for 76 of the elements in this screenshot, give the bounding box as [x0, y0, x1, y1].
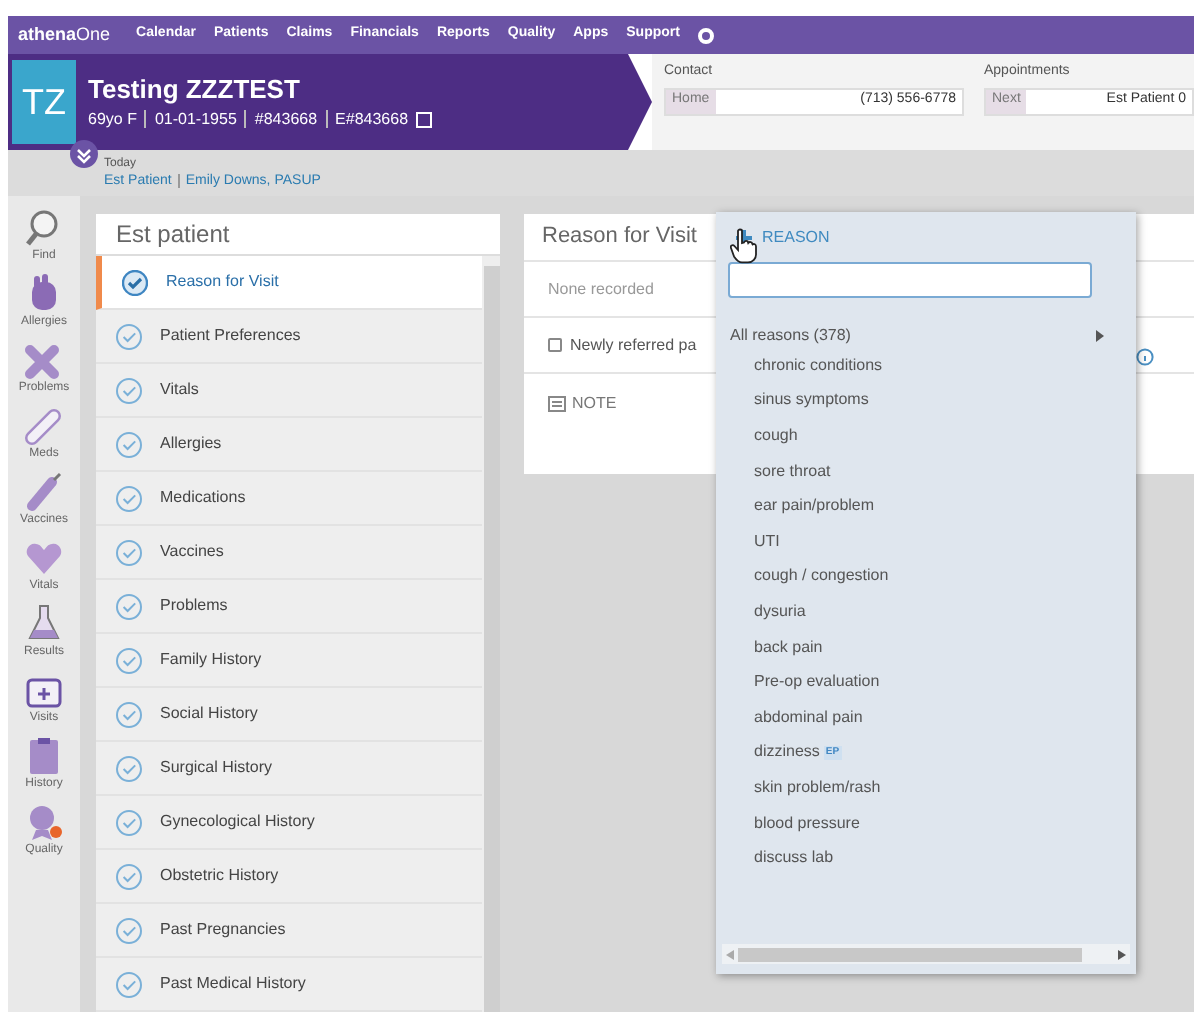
checkbox[interactable]	[548, 338, 562, 352]
checklist-item[interactable]: Family History	[96, 634, 482, 688]
reason-option[interactable]: ear pain/problem	[754, 494, 875, 519]
checklist-item[interactable]: Vitals	[96, 364, 482, 418]
card-icon[interactable]	[416, 111, 433, 127]
reason-option[interactable]: sore throat	[754, 459, 831, 484]
check-circle-icon	[116, 701, 142, 727]
checklist-title: Est patient	[116, 218, 230, 252]
scroll-left-icon[interactable]	[726, 949, 734, 959]
section-title: Reason for Visit	[542, 222, 697, 253]
checklist-item[interactable]: Problems	[96, 580, 482, 634]
checklist-item[interactable]: Obstetric History	[96, 850, 482, 904]
check-circle-icon	[116, 647, 142, 673]
clipboard-icon	[24, 736, 64, 776]
reason-option[interactable]: cough / congestion	[754, 564, 889, 589]
checklist-item[interactable]: Medications	[96, 472, 482, 526]
scrollbar[interactable]	[484, 266, 500, 1012]
badge-icon	[24, 802, 64, 842]
check-circle-icon	[116, 377, 142, 403]
check-circle-icon	[116, 917, 142, 943]
reason-option[interactable]: dizziness	[754, 740, 820, 765]
chevron-down-icon[interactable]	[70, 140, 98, 168]
syringe-icon	[24, 472, 64, 512]
checklist-item[interactable]: Gynecological History	[96, 796, 482, 850]
reason-option[interactable]: chronic conditions	[754, 353, 883, 378]
checklist-item[interactable]: Past Pregnancies	[96, 904, 482, 958]
reason-option[interactable]: cough	[754, 423, 798, 448]
info-icon[interactable]	[1136, 348, 1154, 366]
check-circle-icon	[116, 485, 142, 511]
settings-icon[interactable]	[697, 27, 714, 43]
reason-option[interactable]: skin problem/rash	[754, 775, 881, 800]
plus-icon	[736, 230, 752, 246]
checklist-item[interactable]: Social History	[96, 688, 482, 742]
check-circle-icon	[116, 809, 142, 835]
checkbox-label: Newly referred pa	[570, 333, 697, 357]
check-circle-icon	[116, 971, 142, 997]
horizontal-scrollbar[interactable]	[722, 944, 1130, 964]
note-icon	[548, 396, 566, 412]
reason-option[interactable]: sinus symptoms	[754, 388, 869, 413]
reason-option[interactable]: discuss lab	[754, 846, 834, 871]
status-text: None recorded	[548, 277, 654, 301]
reason-option[interactable]: back pain	[754, 635, 823, 660]
scroll-thumb[interactable]	[738, 947, 1082, 961]
reason-option[interactable]: blood pressure	[754, 811, 860, 836]
bandage-icon	[24, 340, 64, 380]
patient-detail: E#843668	[335, 107, 409, 131]
checklist-item[interactable]: Allergies	[96, 418, 482, 472]
checklist-item[interactable]: Patient Preferences	[96, 310, 482, 364]
check-circle-icon	[116, 431, 142, 457]
reason-option[interactable]: UTI	[754, 529, 780, 554]
hand-cursor-icon	[730, 228, 758, 264]
heart-icon	[24, 538, 64, 578]
patient-name: Testing ZZZTEST	[88, 73, 302, 103]
checklist-item[interactable]: Reason for Visit	[96, 256, 482, 310]
reason-option[interactable]: Pre-op evaluation	[754, 670, 880, 695]
reason-option[interactable]: dysuria	[754, 599, 806, 624]
patient-detail: 01-01-1955	[154, 107, 237, 131]
checklist-item[interactable]: Vaccines	[96, 526, 482, 580]
all-reasons-item[interactable]: All reasons (378)	[730, 324, 851, 348]
note-button[interactable]: NOTE	[548, 392, 617, 416]
app-logo[interactable]: athenaOne	[18, 21, 111, 49]
search-field[interactable]	[728, 262, 1092, 298]
scroll-right-icon[interactable]	[1118, 949, 1126, 959]
patient-detail: #843668	[254, 107, 318, 131]
check-circle-icon	[116, 755, 142, 781]
check-circle-icon	[116, 323, 142, 349]
check-circle-icon	[116, 593, 142, 619]
check-circle-icon	[116, 539, 142, 565]
checklist-item[interactable]: Surgical History	[96, 742, 482, 796]
submenu-arrow-icon	[1096, 330, 1104, 342]
checklist-item[interactable]: Past Medical History	[96, 958, 482, 1012]
flask-icon	[23, 604, 64, 644]
check-circle-icon	[116, 863, 142, 889]
pill-icon	[24, 406, 64, 446]
reason-option[interactable]: abdominal pain	[754, 705, 863, 730]
patient-detail: 69yo F	[88, 107, 137, 131]
